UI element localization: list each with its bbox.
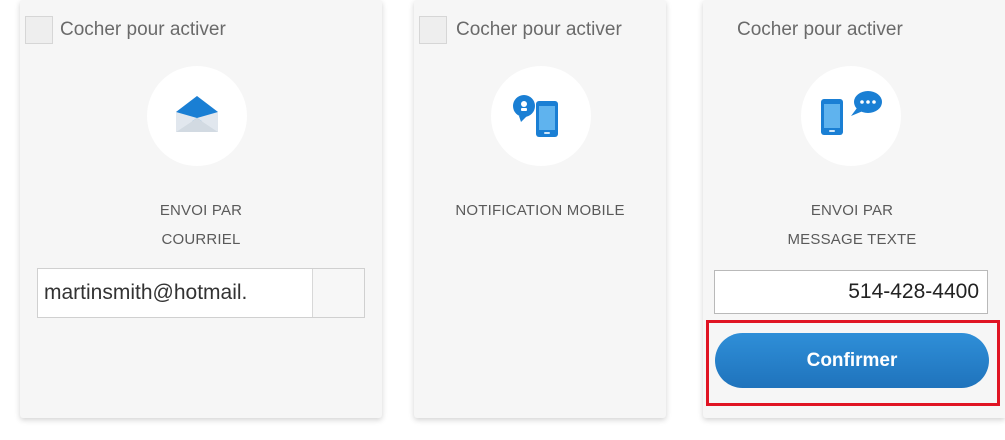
- mobile-notification-card: Cocher pour activer NOTIFICATION MOBILE: [414, 0, 666, 418]
- sms-title-line1: ENVOI PAR: [810, 202, 894, 219]
- phone-field[interactable]: [714, 270, 988, 314]
- email-toggle-label: Cocher pour activer: [60, 19, 226, 40]
- sms-toggle-label: Cocher pour activer: [737, 19, 903, 40]
- envelope-icon: [147, 66, 247, 166]
- email-activate-checkbox[interactable]: [25, 16, 53, 44]
- text-message-card: Cocher pour activer ENVOI PAR MESSAGE TE…: [703, 0, 1005, 418]
- sms-toggle-row: Cocher pour activer: [703, 14, 1005, 46]
- mobile-notification-icon: [491, 66, 591, 166]
- email-field[interactable]: [38, 269, 313, 317]
- email-option-card: Cocher pour activer ENVOI PAR COURRIEL: [20, 0, 382, 418]
- mobile-option-title: NOTIFICATION MOBILE: [414, 196, 666, 225]
- email-option-title: ENVOI PAR COURRIEL: [20, 196, 382, 254]
- email-toggle-row: Cocher pour activer: [20, 14, 382, 46]
- mobile-activate-checkbox[interactable]: [419, 16, 447, 44]
- text-message-icon: [801, 66, 901, 166]
- email-title-line1: ENVOI PAR: [159, 202, 243, 219]
- mobile-title-line1: NOTIFICATION MOBILE: [455, 202, 625, 219]
- mobile-toggle-label: Cocher pour activer: [456, 19, 622, 40]
- email-field-group: [37, 268, 365, 318]
- confirm-button[interactable]: Confirmer: [715, 333, 989, 388]
- sms-title-line2: MESSAGE TEXTE: [787, 231, 917, 248]
- sms-option-title: ENVOI PAR MESSAGE TEXTE: [703, 196, 1001, 254]
- email-field-button[interactable]: [312, 269, 364, 317]
- email-title-line2: COURRIEL: [161, 231, 241, 248]
- notification-settings: Cocher pour activer ENVOI PAR COURRIEL C…: [0, 0, 1005, 440]
- mobile-toggle-row: Cocher pour activer: [414, 14, 666, 46]
